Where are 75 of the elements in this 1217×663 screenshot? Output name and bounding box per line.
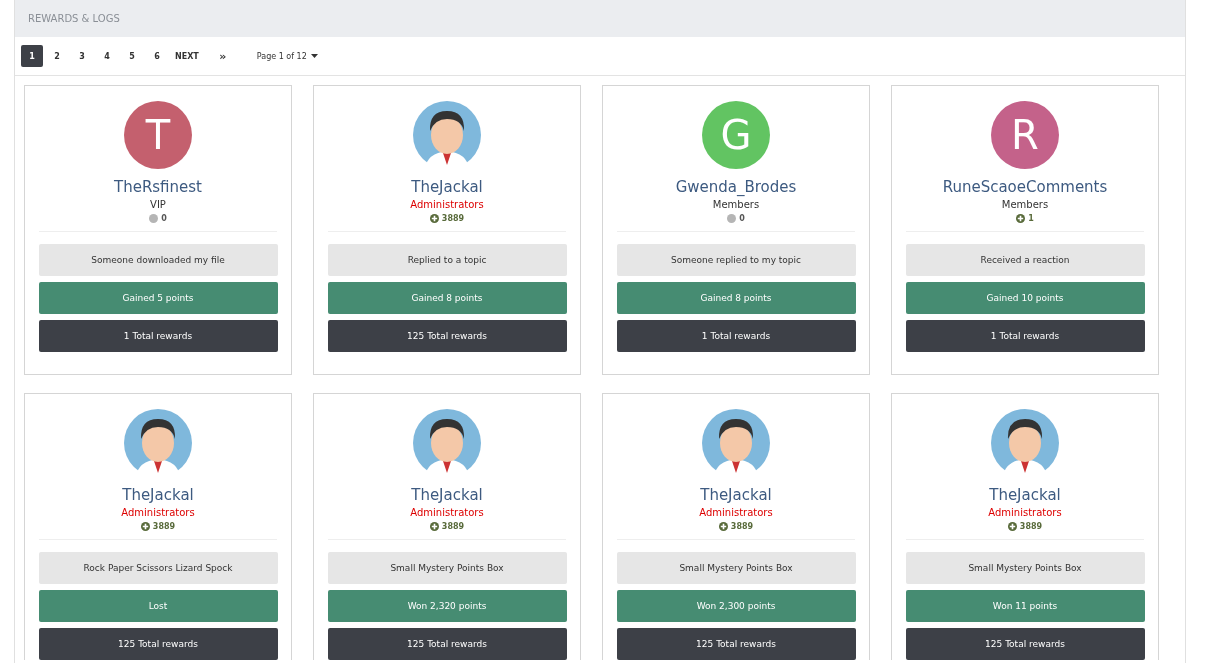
reputation-count: 3889 — [441, 214, 465, 223]
user-name[interactable]: TheJackal — [411, 486, 483, 504]
reputation-count: 3889 — [1019, 522, 1043, 531]
reward-action: Received a reaction — [905, 244, 1145, 276]
reward-result: Gained 5 points — [38, 282, 278, 314]
reward-action: Small Mystery Points Box — [327, 552, 567, 584]
plus-icon — [718, 522, 728, 531]
letter-avatar: G — [702, 101, 770, 169]
reward-action: Someone downloaded my file — [38, 244, 278, 276]
reward-action: Someone replied to my topic — [616, 244, 856, 276]
user-group: Members — [1001, 199, 1049, 210]
reputation-count: 1 — [1028, 214, 1034, 223]
user-group: Administrators — [988, 507, 1062, 518]
page-button[interactable]: 6 — [146, 45, 168, 67]
reward-result: Won 11 points — [905, 590, 1145, 622]
last-page-button[interactable]: » — [211, 45, 234, 67]
user-name[interactable]: TheJackal — [989, 486, 1061, 504]
user-group: Administrators — [410, 507, 484, 518]
reputation-count: 3889 — [152, 522, 176, 531]
user-name[interactable]: Gwenda_Brodes — [675, 178, 797, 196]
total-rewards: 125 Total rewards — [905, 628, 1145, 660]
user-avatar-icon — [124, 409, 192, 477]
plus-icon — [1007, 522, 1017, 531]
reward-result: Gained 8 points — [616, 282, 856, 314]
page-button[interactable]: 1 — [21, 45, 43, 67]
plus-icon — [1016, 214, 1026, 223]
user-name[interactable]: TheJackal — [122, 486, 194, 504]
reward-result: Gained 8 points — [327, 282, 567, 314]
dot-icon — [727, 214, 737, 223]
page-button[interactable]: 4 — [96, 45, 118, 67]
plus-icon — [429, 214, 439, 223]
user-group: Administrators — [699, 507, 773, 518]
user-avatar-icon — [991, 409, 1059, 477]
total-rewards: 1 Total rewards — [38, 320, 278, 352]
reputation-count: 3889 — [441, 522, 465, 531]
letter-avatar: R — [991, 101, 1059, 169]
reputation-count: 0 — [161, 214, 167, 223]
reward-result: Gained 10 points — [905, 282, 1145, 314]
reward-action: Small Mystery Points Box — [905, 552, 1145, 584]
total-rewards: 125 Total rewards — [327, 628, 567, 660]
total-rewards: 125 Total rewards — [38, 628, 278, 660]
letter-avatar: T — [124, 101, 192, 169]
total-rewards: 1 Total rewards — [905, 320, 1145, 352]
page-jump-dropdown[interactable]: Page 1 of 12 — [250, 50, 324, 62]
page-button[interactable]: 2 — [46, 45, 68, 67]
total-rewards: 125 Total rewards — [616, 628, 856, 660]
user-name[interactable]: TheJackal — [700, 486, 772, 504]
user-name[interactable]: RuneScaoeComments — [942, 178, 1108, 196]
reward-action: Rock Paper Scissors Lizard Spock — [38, 552, 278, 584]
reputation-count: 0 — [739, 214, 745, 223]
user-avatar-icon — [413, 101, 481, 169]
reward-result: Won 2,320 points — [327, 590, 567, 622]
user-group: Members — [712, 199, 760, 210]
next-button[interactable]: NEXT — [171, 45, 203, 67]
total-rewards: 125 Total rewards — [327, 320, 567, 352]
user-name[interactable]: TheJackal — [411, 178, 483, 196]
user-group: VIP — [150, 199, 166, 210]
total-rewards: 1 Total rewards — [616, 320, 856, 352]
dot-icon — [149, 214, 159, 223]
user-avatar-icon — [702, 409, 770, 477]
page-button[interactable]: 5 — [121, 45, 143, 67]
page-button[interactable]: 3 — [71, 45, 93, 67]
reputation-count: 3889 — [730, 522, 754, 531]
reward-action: Small Mystery Points Box — [616, 552, 856, 584]
user-avatar-icon — [413, 409, 481, 477]
user-name[interactable]: TheRsfinest — [114, 178, 202, 196]
reward-action: Replied to a topic — [327, 244, 567, 276]
caret-icon — [310, 54, 318, 58]
plus-icon — [429, 522, 439, 531]
reward-result: Lost — [38, 590, 278, 622]
user-group: Administrators — [410, 199, 484, 210]
user-group: Administrators — [121, 507, 195, 518]
reward-result: Won 2,300 points — [616, 590, 856, 622]
panel-title: REWARDS & LOGS — [28, 13, 120, 24]
plus-icon — [140, 522, 150, 531]
